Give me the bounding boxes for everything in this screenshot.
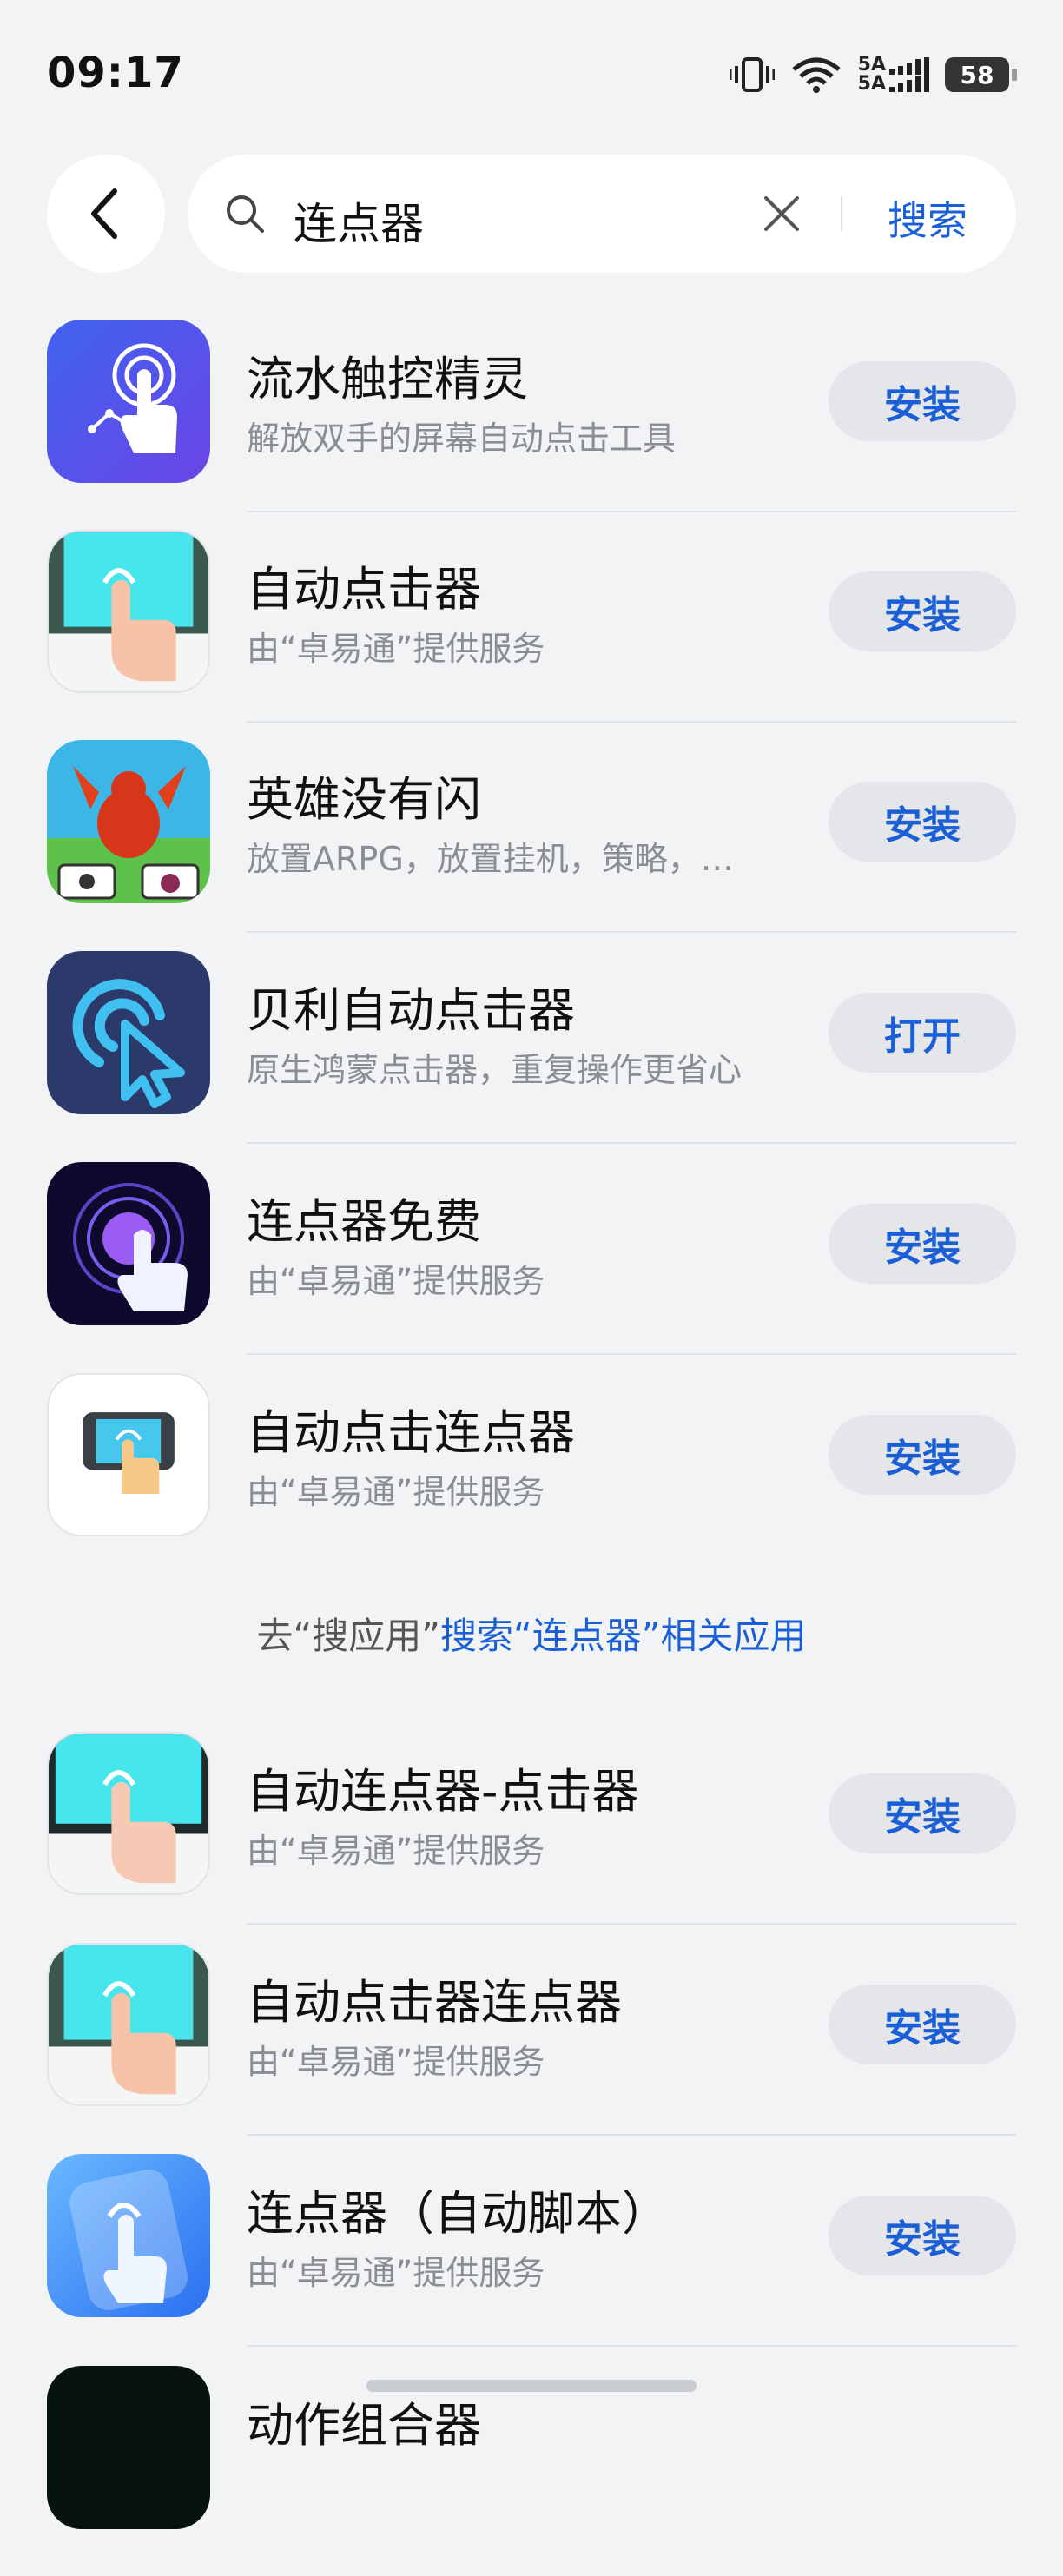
app-icon-clicker-combo[interactable] (47, 1943, 210, 2106)
app-icon-script-clicker[interactable] (47, 2154, 210, 2317)
app-name: 英雄没有闪 (247, 772, 481, 827)
status-icons: 5A 5A 58 (729, 56, 1017, 94)
row-divider (247, 2345, 1016, 2347)
list-item[interactable]: 贝利自动点击器 原生鸿蒙点击器，重复操作更省心 打开 (0, 951, 1063, 1161)
install-button[interactable]: 安装 (829, 1415, 1016, 1495)
list-item[interactable]: 自动点击连点器 由“卓易通”提供服务 安装 (0, 1373, 1063, 1583)
app-name: 自动点击器 (247, 562, 481, 617)
home-indicator[interactable] (366, 2380, 697, 2392)
battery-indicator: 58 (945, 57, 1017, 92)
app-description: 解放双手的屏幕自动点击工具 (247, 419, 677, 458)
open-button[interactable]: 打开 (829, 993, 1016, 1073)
row-divider (247, 511, 1016, 512)
app-icon-auto-click-combo[interactable] (47, 1373, 210, 1536)
install-button[interactable]: 安装 (829, 1204, 1016, 1284)
signal-label-2: 5A (857, 73, 886, 95)
install-button[interactable]: 安装 (829, 571, 1016, 651)
list-item[interactable]: 动作组合器 (0, 2366, 1063, 2576)
close-icon[interactable] (763, 195, 801, 233)
app-name: 连点器（自动脚本） (247, 2186, 669, 2241)
app-name: 连点器免费 (247, 1194, 481, 1249)
row-divider (247, 2134, 1016, 2136)
status-time: 09:17 (47, 49, 184, 97)
list-item[interactable]: 自动连点器-点击器 由“卓易通”提供服务 安装 (0, 1732, 1063, 1942)
chevron-left-icon (91, 188, 117, 239)
app-name: 自动点击连点器 (247, 1405, 575, 1460)
install-button[interactable]: 安装 (829, 1985, 1016, 2064)
search-more-apps[interactable]: 去“搜应用”搜索“连点器”相关应用 (0, 1607, 1063, 1660)
app-name: 自动点击器连点器 (247, 1975, 622, 2030)
row-divider (247, 1142, 1016, 1144)
app-description: 由“卓易通”提供服务 (247, 1832, 545, 1870)
app-description: 由“卓易通”提供服务 (247, 630, 545, 668)
list-item[interactable]: 自动点击器 由“卓易通”提供服务 安装 (0, 530, 1063, 740)
app-description: 由“卓易通”提供服务 (247, 1262, 545, 1300)
vibrate-icon (729, 57, 775, 92)
app-description: 放置ARPG，放置挂机，策略，… (247, 840, 734, 878)
app-icon-auto-clicker[interactable] (47, 530, 210, 693)
redirect-link[interactable]: 搜索“连点器”相关应用 (440, 1615, 807, 1657)
list-item[interactable]: 连点器免费 由“卓易通”提供服务 安装 (0, 1162, 1063, 1372)
app-description: 由“卓易通”提供服务 (247, 2254, 545, 2292)
app-icon-hero-game[interactable] (47, 740, 210, 903)
row-divider (247, 1923, 1016, 1925)
app-icon-auto-combo-clicker[interactable] (47, 1732, 210, 1895)
search-button[interactable]: 搜索 (888, 189, 967, 247)
list-item[interactable]: 连点器（自动脚本） 由“卓易通”提供服务 安装 (0, 2154, 1063, 2364)
list-item[interactable]: 英雄没有闪 放置ARPG，放置挂机，策略，… 安装 (0, 740, 1063, 950)
list-item[interactable]: 流水触控精灵 解放双手的屏幕自动点击工具 安装 (0, 320, 1063, 530)
app-description: 原生鸿蒙点击器，重复操作更省心 (247, 1051, 743, 1089)
install-button[interactable]: 安装 (829, 1773, 1016, 1853)
app-icon-beili-clicker[interactable] (47, 951, 210, 1114)
app-description: 由“卓易通”提供服务 (247, 2043, 545, 2081)
wifi-icon (792, 57, 841, 93)
back-button[interactable] (47, 155, 165, 273)
app-name: 自动连点器-点击器 (247, 1764, 639, 1819)
install-button[interactable]: 安装 (829, 2196, 1016, 2275)
signal-label-1: 5A (857, 54, 886, 76)
app-description: 由“卓易通”提供服务 (247, 1473, 545, 1511)
redirect-prefix: 去“搜应用” (256, 1615, 440, 1657)
app-name: 流水触控精灵 (247, 352, 528, 406)
search-input[interactable]: 连点器 (294, 189, 424, 252)
search-icon (227, 195, 264, 233)
app-icon-touch-sprite[interactable] (47, 320, 210, 483)
search-box[interactable]: 连点器 搜索 (188, 155, 1016, 273)
app-icon-free-clicker[interactable] (47, 1162, 210, 1325)
search-divider (841, 196, 842, 231)
app-name: 贝利自动点击器 (247, 983, 575, 1038)
install-button[interactable]: 安装 (829, 361, 1016, 441)
status-bar: 09:17 5A 5A 58 (0, 0, 1063, 148)
app-name: 动作组合器 (247, 2398, 481, 2453)
app-icon-action-combo[interactable] (47, 2366, 210, 2529)
row-divider (247, 721, 1016, 723)
signal-bars-icon (889, 57, 929, 92)
row-divider (247, 931, 1016, 933)
row-divider (247, 1353, 1016, 1355)
list-item[interactable]: 自动点击器连点器 由“卓易通”提供服务 安装 (0, 1943, 1063, 2153)
install-button[interactable]: 安装 (829, 782, 1016, 862)
signal-indicator: 5A 5A (858, 56, 929, 94)
